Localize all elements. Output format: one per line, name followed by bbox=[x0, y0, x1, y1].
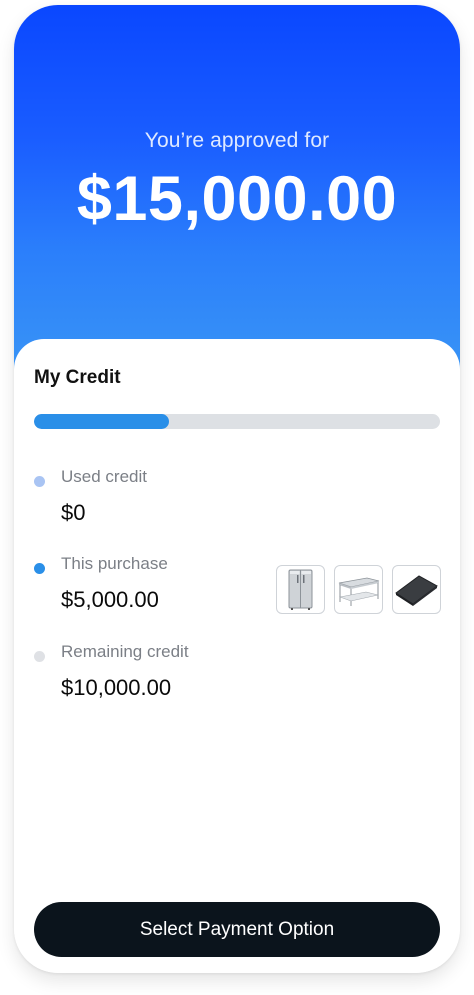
this-purchase-value: $5,000.00 bbox=[61, 587, 159, 612]
approved-amount: $15,000.00 bbox=[76, 164, 398, 234]
credit-progress-fill bbox=[34, 414, 170, 429]
steel-table-icon[interactable] bbox=[334, 565, 383, 614]
select-payment-option-button[interactable]: Select Payment Option bbox=[34, 902, 440, 957]
refrigerator-icon[interactable] bbox=[276, 565, 325, 614]
used-credit-value: $0 bbox=[61, 500, 86, 525]
approved-label: You’re approved for bbox=[144, 129, 330, 152]
credit-sheet: My Credit Used credit $0 This purchase $… bbox=[14, 339, 460, 973]
phone-frame: You’re approved for $15,000.00 My Credit… bbox=[14, 5, 460, 973]
used-credit-dot bbox=[34, 476, 45, 487]
floor-mat-icon[interactable] bbox=[392, 565, 441, 614]
this-purchase-label: This purchase bbox=[61, 554, 168, 573]
credit-progress-bar bbox=[34, 414, 440, 429]
approval-header: You’re approved for $15,000.00 bbox=[14, 5, 460, 385]
used-credit-label: Used credit bbox=[61, 467, 147, 486]
remaining-credit-dot bbox=[34, 651, 45, 662]
this-purchase-dot bbox=[34, 563, 45, 574]
my-credit-title: My Credit bbox=[34, 367, 121, 388]
remaining-credit-value: $10,000.00 bbox=[61, 675, 172, 700]
remaining-credit-label: Remaining credit bbox=[61, 642, 189, 661]
